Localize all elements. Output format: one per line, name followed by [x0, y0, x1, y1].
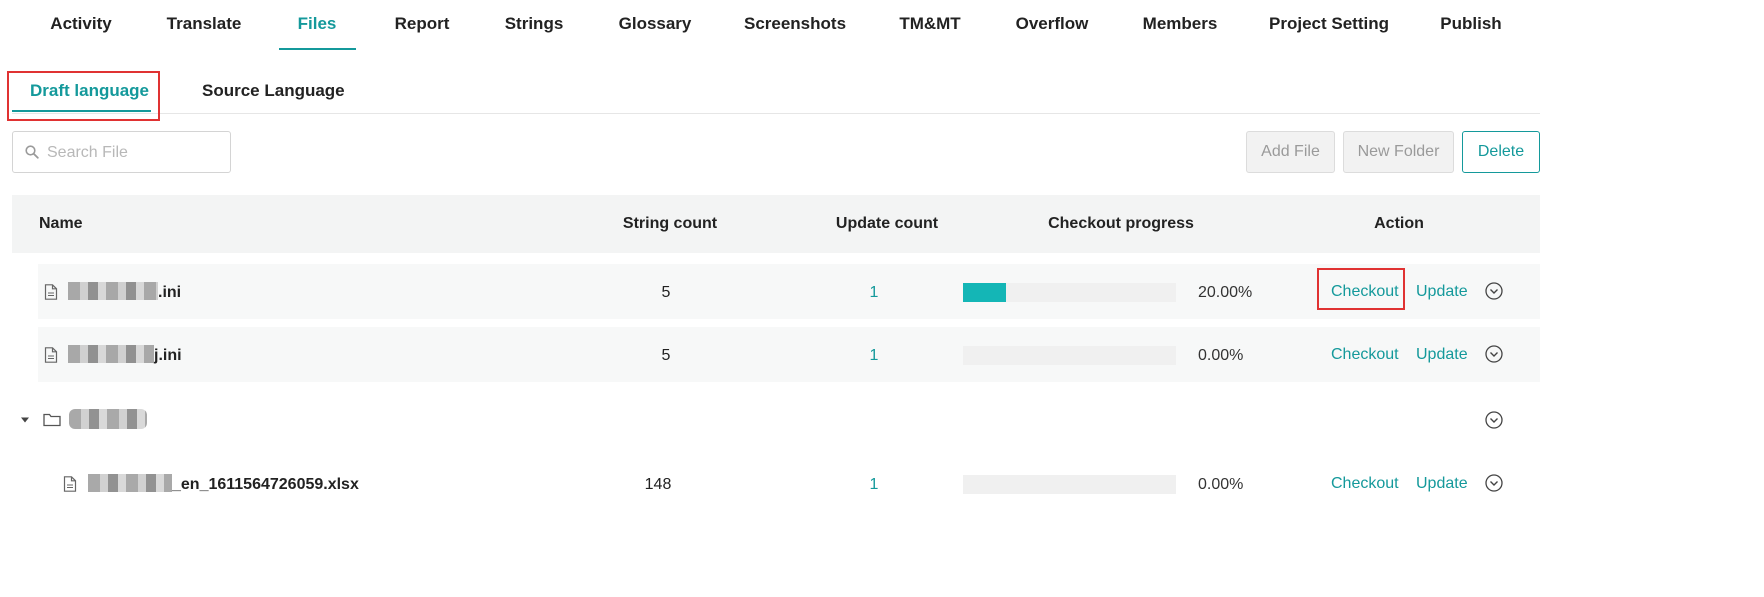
- tab-glossary[interactable]: Glossary: [619, 0, 692, 52]
- update-button[interactable]: Update: [1416, 264, 1468, 319]
- tab-translate[interactable]: Translate: [167, 0, 242, 52]
- update-button[interactable]: Update: [1416, 456, 1468, 511]
- search-box[interactable]: [12, 131, 231, 174]
- progress-percent: 0.00%: [1198, 347, 1244, 364]
- tab-strings[interactable]: Strings: [505, 0, 564, 52]
- search-input[interactable]: [45, 132, 229, 174]
- redacted-name: [68, 282, 158, 301]
- expand-caret-icon[interactable]: [20, 416, 30, 424]
- folder-icon: [43, 413, 61, 427]
- redacted-name: [88, 474, 172, 493]
- highlight-box-draft-language: [7, 71, 160, 121]
- top-nav: Activity Translate Files Report Strings …: [0, 0, 1764, 52]
- file-name[interactable]: j.ini: [68, 327, 182, 384]
- progress-fill: [963, 283, 1006, 302]
- subtab-divider: [12, 113, 1540, 114]
- table-row[interactable]: _en_1611564726059.xlsx 148 1 0.00% Check…: [38, 456, 1540, 511]
- active-tab-indicator: [279, 48, 356, 50]
- tab-activity[interactable]: Activity: [50, 0, 111, 52]
- tab-members[interactable]: Members: [1143, 0, 1218, 52]
- chevron-down-icon[interactable]: [1485, 345, 1503, 363]
- tab-tm-mt[interactable]: TM&MT: [899, 0, 960, 52]
- col-string-count-header[interactable]: String count: [623, 195, 717, 253]
- file-name-suffix: _en_1611564726059.xlsx: [172, 476, 359, 493]
- folder-name[interactable]: [69, 392, 147, 449]
- checkout-button[interactable]: Checkout: [1331, 456, 1399, 511]
- file-icon: [63, 476, 77, 492]
- file-icon: [44, 347, 58, 363]
- update-count-link[interactable]: 1: [870, 456, 879, 513]
- file-name-suffix: j.ini: [154, 347, 182, 364]
- highlight-box-checkout: [1317, 268, 1405, 310]
- file-name[interactable]: _en_1611564726059.xlsx: [88, 456, 359, 513]
- checkout-progress-bar: [963, 346, 1176, 365]
- col-name-header[interactable]: Name: [39, 195, 83, 253]
- progress-percent: 20.00%: [1198, 284, 1253, 301]
- string-count: 5: [661, 347, 671, 364]
- search-icon: [25, 145, 39, 159]
- folder-row[interactable]: [12, 392, 1540, 447]
- update-button[interactable]: Update: [1416, 327, 1468, 382]
- file-name[interactable]: .ini: [68, 264, 181, 321]
- checkout-progress-bar: [963, 283, 1176, 302]
- update-count-link[interactable]: 1: [870, 327, 879, 384]
- file-icon: [44, 284, 58, 300]
- tab-overflow[interactable]: Overflow: [1016, 0, 1089, 52]
- string-count: 5: [661, 284, 671, 301]
- col-action-header[interactable]: Action: [1374, 195, 1424, 253]
- col-checkout-progress-header[interactable]: Checkout progress: [1048, 195, 1194, 253]
- chevron-down-icon[interactable]: [1485, 411, 1503, 429]
- file-name-suffix: .ini: [158, 284, 182, 301]
- tab-project-setting[interactable]: Project Setting: [1269, 0, 1389, 52]
- delete-button[interactable]: Delete: [1462, 131, 1540, 173]
- redacted-name: [69, 409, 147, 430]
- table-row[interactable]: j.ini 5 1 0.00% Checkout Update: [38, 327, 1540, 382]
- col-update-count-header[interactable]: Update count: [836, 195, 938, 253]
- table-row[interactable]: .ini 5 1 20.00% Checkout Update: [38, 264, 1540, 319]
- checkout-button[interactable]: Checkout: [1331, 327, 1399, 382]
- table-header: Name String count Update count Checkout …: [12, 195, 1540, 253]
- tab-files[interactable]: Files: [298, 0, 337, 52]
- progress-percent: 0.00%: [1198, 476, 1244, 493]
- redacted-name: [68, 345, 154, 364]
- new-folder-button[interactable]: New Folder: [1343, 131, 1454, 173]
- checkout-progress-bar: [963, 475, 1176, 494]
- add-file-button[interactable]: Add File: [1246, 131, 1335, 173]
- tab-report[interactable]: Report: [395, 0, 450, 52]
- language-subtabs: Draft language Source Language: [0, 58, 1764, 114]
- tab-publish[interactable]: Publish: [1440, 0, 1501, 52]
- tab-screenshots[interactable]: Screenshots: [744, 0, 846, 52]
- update-count-link[interactable]: 1: [870, 264, 879, 321]
- chevron-down-icon[interactable]: [1485, 282, 1503, 300]
- chevron-down-icon[interactable]: [1485, 474, 1503, 492]
- subtab-source-language[interactable]: Source Language: [202, 58, 345, 114]
- string-count: 148: [644, 476, 672, 493]
